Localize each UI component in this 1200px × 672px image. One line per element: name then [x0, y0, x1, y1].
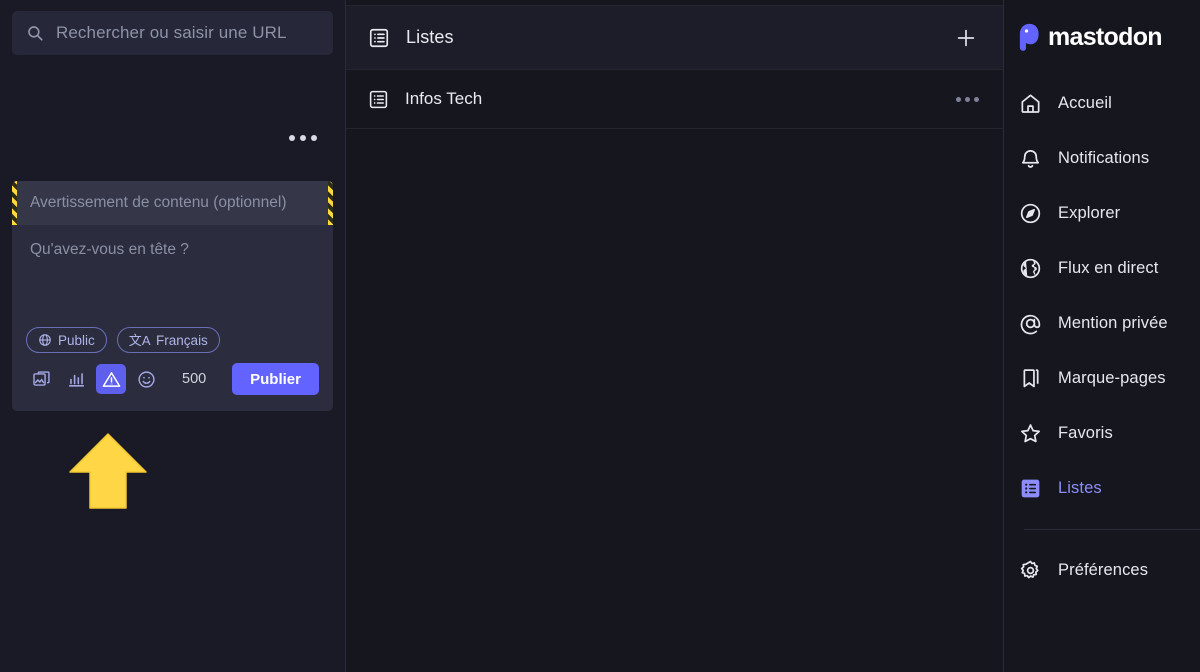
sidebar-item-accueil[interactable]: Accueil: [1004, 76, 1200, 131]
brand-logo[interactable]: mastodon: [1004, 12, 1200, 56]
publish-button[interactable]: Publier: [232, 363, 319, 395]
sidebar-item-label: Flux en direct: [1058, 259, 1159, 277]
sidebar-item-label: Préférences: [1058, 561, 1149, 579]
list-item-label: Infos Tech: [405, 89, 483, 108]
ellipsis-icon[interactable]: [954, 89, 981, 110]
sidebar-item-label: Marque-pages: [1058, 369, 1166, 387]
content-warning-button[interactable]: [96, 364, 126, 394]
sidebar-item-explorer[interactable]: Explorer: [1004, 186, 1200, 241]
compose-column: Rechercher ou saisir une URL Avertisseme…: [0, 0, 345, 672]
lists-column: Listes Infos Tech: [346, 0, 1003, 672]
annotation-arrow-up-icon: [68, 432, 148, 510]
bookmark-icon: [1019, 367, 1042, 390]
content-warning-input[interactable]: Avertissement de contenu (optionnel): [30, 194, 286, 212]
sidebar-item-preferences[interactable]: Préférences: [1004, 543, 1200, 598]
language-pill-label: Français: [156, 332, 208, 348]
mastodon-logo-icon: [1018, 22, 1048, 52]
add-poll-button[interactable]: [61, 364, 91, 394]
language-pill[interactable]: 文 A Français: [116, 327, 220, 353]
sidebar-item-label: Mention privée: [1058, 314, 1168, 332]
plus-icon: [955, 27, 977, 49]
list-icon: [368, 27, 390, 49]
search-bar[interactable]: Rechercher ou saisir une URL: [12, 11, 333, 55]
poll-icon: [67, 370, 86, 389]
compose-action-row: 500 Publier: [12, 353, 333, 411]
search-icon: [26, 24, 44, 42]
list-item[interactable]: Infos Tech: [346, 70, 1003, 129]
sidebar-item-marque-pages[interactable]: Marque-pages: [1004, 351, 1200, 406]
gear-icon: [1019, 559, 1042, 582]
sidebar-item-mention-privee[interactable]: Mention privée: [1004, 296, 1200, 351]
star-icon: [1019, 422, 1042, 445]
visibility-pill[interactable]: Public: [26, 327, 107, 353]
sidebar-divider: [1024, 529, 1200, 530]
hazard-stripe-right: [328, 181, 333, 225]
ellipsis-icon[interactable]: [286, 129, 320, 147]
at-icon: [1019, 312, 1042, 335]
character-counter: 500: [182, 371, 207, 387]
sidebar-item-notifications[interactable]: Notifications: [1004, 131, 1200, 186]
list-filled-icon: [1019, 477, 1042, 500]
compass-icon: [1019, 202, 1042, 225]
visibility-pill-label: Public: [58, 332, 95, 348]
compose-form: Avertissement de contenu (optionnel) Qu'…: [12, 181, 333, 411]
translate-icon: 文 A: [128, 332, 151, 348]
image-icon: [32, 370, 51, 389]
sidebar-item-favoris[interactable]: Favoris: [1004, 406, 1200, 461]
warning-triangle-icon: [102, 370, 121, 389]
status-textarea[interactable]: Qu'avez-vous en tête ?: [12, 225, 333, 321]
compose-options-row: [0, 115, 345, 161]
mastodon-web-app: Rechercher ou saisir une URL Avertisseme…: [0, 0, 1200, 672]
sidebar-item-label: Accueil: [1058, 94, 1112, 112]
compose-pill-row: Public 文 A Français: [12, 321, 333, 353]
sidebar-item-label: Explorer: [1058, 204, 1121, 222]
content-warning-field[interactable]: Avertissement de contenu (optionnel): [12, 181, 333, 225]
status-placeholder: Qu'avez-vous en tête ?: [30, 241, 189, 258]
list-icon: [368, 89, 389, 110]
globe-icon: [1019, 257, 1042, 280]
navigation-sidebar: mastodon Accueil Notifications Explorer …: [1004, 0, 1200, 672]
home-icon: [1019, 92, 1042, 115]
sidebar-nav: Accueil Notifications Explorer Flux en d…: [1004, 76, 1200, 598]
search-input[interactable]: Rechercher ou saisir une URL: [56, 23, 287, 43]
sidebar-item-label: Listes: [1058, 479, 1102, 497]
sidebar-item-label: Favoris: [1058, 424, 1113, 442]
lists-column-body: [346, 129, 1003, 672]
lists-column-header: Listes: [346, 5, 1003, 70]
add-list-button[interactable]: [951, 23, 981, 53]
add-media-button[interactable]: [26, 364, 56, 394]
sidebar-item-label: Notifications: [1058, 149, 1150, 167]
globe-icon: [38, 333, 52, 347]
bell-icon: [1019, 147, 1042, 170]
emoji-picker-button[interactable]: [131, 364, 161, 394]
sidebar-item-listes[interactable]: Listes: [1004, 461, 1200, 516]
emoji-icon: [137, 370, 156, 389]
brand-wordmark: mastodon: [1048, 22, 1163, 51]
page-title: Listes: [406, 27, 454, 47]
sidebar-item-flux-en-direct[interactable]: Flux en direct: [1004, 241, 1200, 296]
hazard-stripe-left: [12, 181, 17, 225]
